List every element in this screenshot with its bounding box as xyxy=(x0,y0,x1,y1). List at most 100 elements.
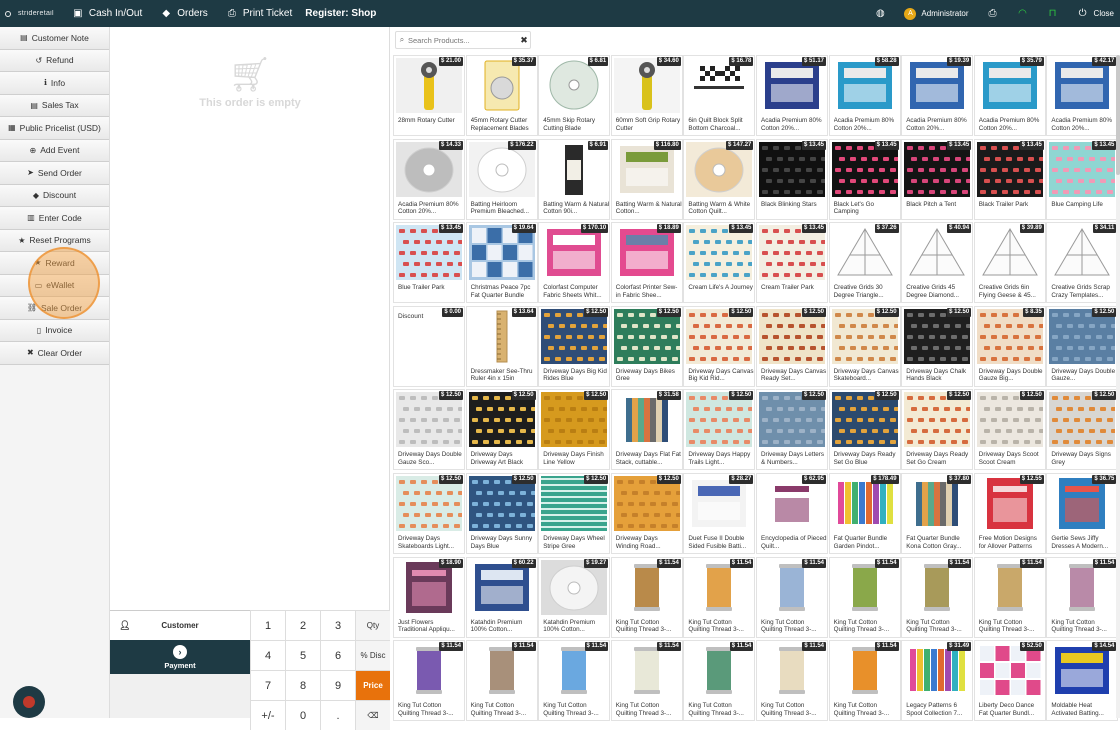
product-card[interactable]: Acadia Premium 80% Cotton 20%... $ 51.17 xyxy=(756,55,828,136)
numpad-key[interactable]: Price xyxy=(355,670,390,700)
numpad-key[interactable]: 0 xyxy=(285,700,320,730)
action-button[interactable]: ▤ Customer Note xyxy=(0,27,109,50)
numpad-key[interactable]: . xyxy=(320,700,355,730)
product-card[interactable]: Driveway Days Happy Trails Light... $ 12.… xyxy=(683,389,756,471)
product-card[interactable]: Driveway Days Chalk Hands Black $ 12.50 xyxy=(901,305,974,387)
numpad-key[interactable]: 8 xyxy=(285,670,320,700)
product-card[interactable]: Just Flowers Traditional Appliqu... $ 18.… xyxy=(393,556,465,638)
action-button[interactable]: ℹ Info xyxy=(0,72,109,95)
product-card[interactable]: Driveway Days Canvas Ready Set... $ 12.50 xyxy=(756,305,828,387)
product-card[interactable]: Driveway Days Winding Road... $ 12.50 xyxy=(610,473,683,554)
numpad-key[interactable]: ⌫ xyxy=(355,700,390,730)
product-card[interactable]: 60mm Soft Grip Rotary Cutter $ 34.60 xyxy=(610,55,683,136)
product-card[interactable]: Colorfast Printer Sew-in Fabric Shee... $… xyxy=(610,222,683,304)
product-card[interactable]: Free Motion Designs for Allover Patterns… xyxy=(973,473,1046,554)
product-card[interactable]: Fat Quarter Bundle Kona Cotton Gray... $ … xyxy=(901,473,974,554)
numpad-key[interactable]: 2 xyxy=(285,610,320,640)
product-card[interactable]: Duet Fuse II Double Sided Fusible Batti.… xyxy=(683,473,756,554)
product-card[interactable]: Fat Quarter Bundle Garden Pindot... $ 178… xyxy=(828,473,901,554)
globe-button[interactable]: ◍ xyxy=(865,0,895,27)
product-card[interactable]: Driveway Days Skateboards Light... $ 12.5… xyxy=(393,473,465,554)
product-card[interactable]: King Tut Cotton Quilting Thread 3-... $ 1… xyxy=(973,556,1046,638)
product-card[interactable]: Legacy Patterns 6 Spool Collection 7... $… xyxy=(901,640,974,722)
product-card[interactable]: King Tut Cotton Quilting Thread 3-... $ 1… xyxy=(1046,556,1119,638)
search-box[interactable]: ⌕ ✖ xyxy=(395,31,531,49)
product-card[interactable]: Katahdin Premium 100% Cotton... $ 60.22 xyxy=(465,556,538,638)
product-card[interactable]: Acadia Premium 80% Cotton 20%... $ 14.33 xyxy=(393,138,465,220)
action-button[interactable]: ▥ Enter Code xyxy=(0,207,109,230)
product-card[interactable]: Moldable Heat Activated Batting... $ 14.5… xyxy=(1046,640,1119,722)
action-button[interactable]: ▤ Sales Tax xyxy=(0,94,109,117)
product-card[interactable]: 45mm Rotary Cutter Replacement Blades $ 3… xyxy=(465,55,538,136)
numpad-key[interactable]: Qty xyxy=(355,610,390,640)
product-card[interactable]: King Tut Cotton Quilting Thread 3-... $ 1… xyxy=(538,640,611,722)
printer-status-button[interactable]: ⎙ xyxy=(978,0,1008,27)
product-card[interactable]: Batting Warm & White Cotton Quilt... $ 14… xyxy=(683,138,756,220)
product-card[interactable]: Creative Grids Scrap Crazy Templates... $… xyxy=(1046,222,1119,304)
product-card[interactable]: Driveway Days Driveway Art Black $ 12.50 xyxy=(465,389,538,471)
lock-button[interactable]: ⊓ xyxy=(1038,0,1068,27)
customer-button[interactable]: 👤︎ Customer xyxy=(110,610,250,640)
close-button[interactable]: ⏻ Close xyxy=(1068,0,1120,27)
action-button[interactable]: ⛓ Sale Order xyxy=(0,297,109,320)
product-card[interactable]: Driveway Days Bikes Gree $ 12.50 xyxy=(610,305,683,387)
product-card[interactable]: King Tut Cotton Quilting Thread 3-... $ 1… xyxy=(610,556,683,638)
product-card[interactable]: Black Let's Go Camping $ 13.45 xyxy=(828,138,901,220)
product-card[interactable]: Discount $ 0.00 xyxy=(393,305,465,387)
product-card[interactable]: King Tut Cotton Quilting Thread 3-... $ 1… xyxy=(683,640,756,722)
product-card[interactable]: Acadia Premium 80% Cotton 20%... $ 42.17 xyxy=(1046,55,1119,136)
numpad-key[interactable]: +/- xyxy=(250,700,285,730)
product-card[interactable]: Cream Life's A Journey $ 13.45 xyxy=(683,222,756,304)
product-card[interactable]: Driveway Days Signs Grey $ 12.50 xyxy=(1046,389,1119,471)
numpad-key[interactable]: 7 xyxy=(250,670,285,700)
product-card[interactable]: 6in Quilt Block Split Bottom Charcoal...… xyxy=(683,55,756,136)
numpad-key[interactable]: 9 xyxy=(320,670,355,700)
product-card[interactable]: King Tut Cotton Quilting Thread 3-... $ 1… xyxy=(756,556,828,638)
product-card[interactable]: 45mm Skip Rotary Cutting Blade $ 6.81 xyxy=(538,55,611,136)
numpad-key[interactable]: 6 xyxy=(320,640,355,670)
numpad-key[interactable]: 3 xyxy=(320,610,355,640)
product-card[interactable]: 28mm Rotary Cutter $ 21.00 xyxy=(393,55,465,136)
product-card[interactable]: Driveway Days Sunny Days Blue $ 12.50 xyxy=(465,473,538,554)
product-card[interactable]: Creative Grids 30 Degree Triangle... $ 37… xyxy=(828,222,901,304)
product-card[interactable]: Batting Heirloom Premium Bleached... $ 17… xyxy=(465,138,538,220)
product-card[interactable]: Black Pitch a Tent $ 13.45 xyxy=(901,138,974,220)
product-card[interactable]: King Tut Cotton Quilting Thread 3-... $ 1… xyxy=(828,640,901,722)
product-card[interactable]: Acadia Premium 80% Cotton 20%... $ 35.79 xyxy=(973,55,1046,136)
product-scrollbar[interactable] xyxy=(1116,55,1120,718)
product-card[interactable]: Driveway Days Canvas Big Kid Rid... $ 12.… xyxy=(683,305,756,387)
product-card[interactable]: Driveway Days Double Gauze Big... $ 8.35 xyxy=(973,305,1046,387)
cash-in-out-button[interactable]: ▣ Cash In/Out xyxy=(63,0,151,27)
search-input[interactable] xyxy=(408,35,518,45)
product-card[interactable]: Driveway Days Ready Set Go Cream $ 12.50 xyxy=(901,389,974,471)
action-button[interactable]: ▭ eWallet xyxy=(0,274,109,297)
action-button[interactable]: ⊕ Add Event xyxy=(0,139,109,162)
product-card[interactable]: Driveway Days Double Gauze... $ 12.50 xyxy=(1046,305,1119,387)
numpad-key[interactable]: 4 xyxy=(250,640,285,670)
payment-button[interactable]: › Payment xyxy=(110,640,250,674)
action-button[interactable]: ▦ Public Pricelist (USD) xyxy=(0,117,109,140)
product-card[interactable]: Gertie Sews Jiffy Dresses A Modern... $ 3… xyxy=(1046,473,1119,554)
numpad-key[interactable]: 1 xyxy=(250,610,285,640)
action-button[interactable]: ★ Reward xyxy=(0,252,109,275)
product-card[interactable]: Driveway Days Double Gauze Sco... $ 12.50 xyxy=(393,389,465,471)
product-card[interactable]: Batting Warm & Natural Cotton... $ 116.80 xyxy=(610,138,683,220)
product-card[interactable]: Cream Trailer Park $ 13.45 xyxy=(756,222,828,304)
product-card[interactable]: Batting Warm & Natural Cotton 90i... $ 6.… xyxy=(538,138,611,220)
product-card[interactable]: Blue Camping Life $ 13.45 xyxy=(1046,138,1119,220)
orders-button[interactable]: ◆ Orders xyxy=(151,0,217,27)
product-card[interactable]: Creative Grids 45 Degree Diamond... $ 40.… xyxy=(901,222,974,304)
product-card[interactable]: Driveway Days Ready Set Go Blue $ 12.50 xyxy=(828,389,901,471)
action-button[interactable]: ▯ Invoice xyxy=(0,319,109,342)
product-card[interactable]: Dressmaker See-Thru Ruler 4in x 15in $ 13… xyxy=(465,305,538,387)
print-ticket-button[interactable]: ⎙ Print Ticket xyxy=(217,0,301,27)
action-button[interactable]: ➤ Send Order xyxy=(0,162,109,185)
product-card[interactable]: Driveway Days Canvas Skateboard... $ 12.5… xyxy=(828,305,901,387)
product-card[interactable]: Black Blinking Stars $ 13.45 xyxy=(756,138,828,220)
numpad-key[interactable]: % Disc xyxy=(355,640,390,670)
product-card[interactable]: Katahdin Premium 100% Cotton... $ 19.27 xyxy=(538,556,611,638)
scrollbar-thumb[interactable] xyxy=(1116,55,1120,175)
product-card[interactable]: Driveway Days Big Kid Rides Blue $ 12.50 xyxy=(538,305,611,387)
product-card[interactable]: Acadia Premium 80% Cotton 20%... $ 19.39 xyxy=(901,55,974,136)
user-menu[interactable]: A Administrator xyxy=(895,0,977,27)
